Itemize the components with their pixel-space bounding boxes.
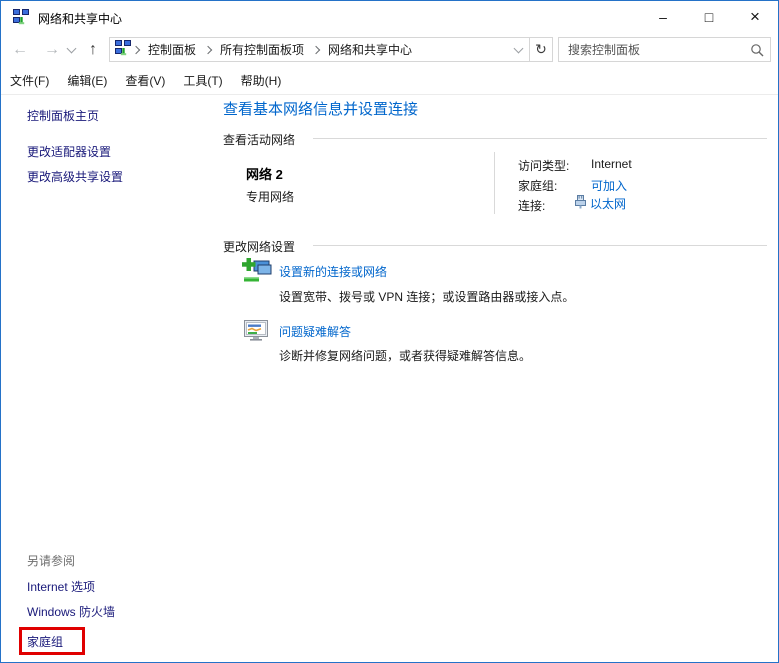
detail-label-connection: 连接:	[518, 199, 546, 213]
ethernet-link[interactable]: 以太网	[590, 195, 626, 212]
menu-help[interactable]: 帮助(H)	[241, 72, 282, 89]
forward-button[interactable]: →	[39, 33, 65, 66]
navigation-toolbar: ← → ↑ 控制面板 所有控制面板项 网络和共享中心 ↻ 搜索控制面板	[1, 33, 778, 66]
network-name: 网络 2	[246, 167, 283, 182]
breadcrumb-separator-icon	[203, 45, 213, 54]
detail-label-access-type: 访问类型:	[518, 159, 570, 173]
maximize-button[interactable]: □	[686, 1, 732, 32]
breadcrumb-separator-icon	[311, 45, 321, 54]
sidebar-item-change-adapter-settings[interactable]: 更改适配器设置	[27, 143, 111, 160]
task-desc-new-connection: 设置宽带、拨号或 VPN 连接；或设置路由器或接入点。	[279, 290, 575, 304]
task-desc-troubleshoot: 诊断并修复网络问题，或者获得疑难解答信息。	[279, 349, 532, 363]
highlight-box	[19, 627, 85, 655]
menu-file[interactable]: 文件(F)	[10, 72, 49, 89]
detail-value-access-type: Internet	[591, 157, 632, 171]
recent-pages-chevron-icon[interactable]	[63, 33, 79, 66]
menu-bar: 文件(F) 编辑(E) 查看(V) 工具(T) 帮助(H)	[1, 67, 778, 95]
network-sharing-center-window: 网络和共享中心 – □ × ← → ↑ 控制面板 所有控制面板项 网络和共享中心…	[0, 0, 779, 663]
close-button[interactable]: ×	[732, 1, 778, 32]
sidebar-item-control-panel-home[interactable]: 控制面板主页	[27, 107, 99, 124]
link-windows-firewall[interactable]: Windows 防火墙	[27, 603, 115, 620]
section-heading-active-networks: 查看活动网络	[223, 133, 296, 147]
see-also-heading: 另请参阅	[27, 554, 76, 568]
up-button[interactable]: ↑	[81, 33, 105, 66]
sidebar-item-change-advanced-sharing[interactable]: 更改高级共享设置	[27, 168, 123, 185]
breadcrumb-item-all-items[interactable]: 所有控制面板项	[213, 41, 311, 58]
breadcrumb: 控制面板 所有控制面板项 网络和共享中心	[131, 41, 507, 58]
network-sharing-center-icon	[13, 9, 29, 28]
search-box	[558, 37, 771, 62]
window-title: 网络和共享中心	[38, 12, 123, 26]
active-network-divider	[494, 152, 495, 214]
titlebar: 网络和共享中心 – □ ×	[1, 1, 778, 33]
menu-tools[interactable]: 工具(T)	[183, 72, 222, 89]
menu-edit[interactable]: 编辑(E)	[67, 72, 107, 89]
section-rule	[313, 138, 767, 139]
task-link-new-connection[interactable]: 设置新的连接或网络	[279, 263, 387, 280]
detail-label-homegroup: 家庭组:	[518, 179, 558, 193]
breadcrumb-separator-icon	[131, 45, 141, 54]
network-profile: 专用网络	[246, 190, 295, 204]
breadcrumb-item-control-panel[interactable]: 控制面板	[141, 41, 203, 58]
refresh-button[interactable]: ↻	[529, 38, 552, 61]
page-title: 查看基本网络信息并设置连接	[223, 101, 419, 118]
link-internet-options[interactable]: Internet 选项	[27, 578, 95, 595]
window-controls: – □ ×	[640, 1, 778, 32]
homegroup-join-link[interactable]: 可加入	[591, 177, 627, 194]
section-heading-change-settings: 更改网络设置	[223, 240, 296, 254]
address-bar[interactable]: 控制面板 所有控制面板项 网络和共享中心 ↻	[109, 37, 553, 62]
troubleshoot-icon	[244, 320, 268, 344]
new-connection-icon	[242, 258, 272, 288]
task-link-troubleshoot[interactable]: 问题疑难解答	[279, 323, 351, 340]
address-dropdown-chevron-icon[interactable]	[507, 38, 529, 61]
search-icon[interactable]	[744, 43, 770, 57]
breadcrumb-item-network-sharing[interactable]: 网络和共享中心	[321, 41, 419, 58]
section-rule	[313, 245, 767, 246]
address-location-icon	[115, 40, 131, 59]
minimize-button[interactable]: –	[640, 1, 686, 32]
ethernet-icon	[575, 195, 586, 212]
back-button[interactable]: ←	[7, 33, 33, 66]
menu-view[interactable]: 查看(V)	[125, 72, 165, 89]
search-input[interactable]	[559, 42, 744, 57]
